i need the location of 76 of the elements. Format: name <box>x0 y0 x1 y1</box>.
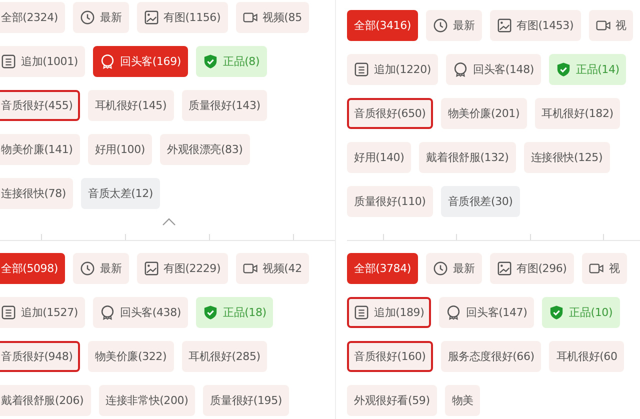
filter-tag[interactable]: 最新 <box>426 10 482 41</box>
filter-tag[interactable]: 最新 <box>72 2 129 33</box>
note-icon <box>354 62 369 77</box>
shield-check-icon <box>202 305 218 320</box>
clock-icon <box>80 10 95 25</box>
filter-tag[interactable]: 耳机很好(285) <box>182 341 268 372</box>
filter-tag[interactable]: 耳机很好(182) <box>534 98 620 129</box>
video-camera-icon <box>242 261 258 276</box>
shield-check-icon <box>202 54 218 69</box>
filter-tag[interactable]: 连接很快(125) <box>524 142 610 173</box>
filter-tag[interactable]: 音质很好(455) <box>0 90 80 121</box>
filter-tag[interactable]: 物美 <box>444 385 480 416</box>
note-icon <box>1 54 16 69</box>
filter-tag[interactable]: 追加(1527) <box>0 297 85 328</box>
filter-tag[interactable]: 好用(100) <box>88 134 152 165</box>
filter-tag[interactable]: 最新 <box>426 253 482 284</box>
filter-tag[interactable]: 追加(1001) <box>0 46 85 77</box>
filter-tag[interactable]: 视 <box>582 253 627 284</box>
image-icon <box>496 261 512 276</box>
filter-tag[interactable]: 服务态度很好(66) <box>440 341 542 372</box>
filter-tag[interactable]: 戴着很舒服(206) <box>0 385 91 416</box>
image-icon <box>144 261 159 276</box>
filter-tag[interactable]: 回头客(148) <box>446 54 541 85</box>
filter-tag[interactable]: 追加(1220) <box>347 54 438 85</box>
video-camera-icon <box>588 261 604 276</box>
video-camera-icon <box>596 18 611 33</box>
clock-icon <box>432 18 448 33</box>
filter-tag[interactable]: 视 <box>588 10 634 41</box>
filter-tag[interactable]: 物美价廉(322) <box>88 341 174 372</box>
filter-tag[interactable]: 全部(2324) <box>0 2 65 33</box>
filter-tag[interactable]: 最新 <box>72 253 129 284</box>
badge-icon <box>100 54 115 69</box>
filter-tag[interactable]: 有图(2229) <box>136 253 228 284</box>
filter-tag[interactable]: 视频(42 <box>236 253 309 284</box>
badge-icon <box>100 305 115 320</box>
video-camera-icon <box>242 10 258 25</box>
filter-tag[interactable]: 追加(189) <box>347 297 432 328</box>
filter-tag[interactable]: 全部(3784) <box>347 253 418 284</box>
filter-tag[interactable]: 全部(3416) <box>347 10 418 41</box>
badge-icon <box>446 305 462 320</box>
filter-tag[interactable]: 有图(1156) <box>136 2 228 33</box>
filter-tag[interactable]: 回头客(147) <box>439 297 534 328</box>
chevron-up-icon[interactable] <box>162 218 176 226</box>
clock-icon <box>432 261 448 276</box>
filter-tag[interactable]: 物美价廉(141) <box>0 134 80 165</box>
filter-tag[interactable]: 连接非常快(200) <box>98 385 196 416</box>
filter-tag[interactable]: 回头客(169) <box>92 46 188 77</box>
filter-tag[interactable]: 戴着很舒服(132) <box>419 142 516 173</box>
filter-tag[interactable]: 连接很快(78) <box>0 178 73 209</box>
filter-tag[interactable]: 音质很差(30) <box>440 186 520 217</box>
filter-tag[interactable]: 有图(1453) <box>490 10 581 41</box>
clock-icon <box>80 261 95 276</box>
note-icon <box>354 305 369 320</box>
filter-tag[interactable]: 音质很好(650) <box>347 98 433 129</box>
badge-icon <box>452 62 468 77</box>
filter-tag[interactable]: 外观很漂亮(83) <box>160 134 250 165</box>
filter-tag[interactable]: 视频(85 <box>236 2 309 33</box>
filter-tag[interactable]: 耳机很好(60 <box>549 341 624 372</box>
image-icon <box>496 18 512 33</box>
filter-tag[interactable]: 质量很好(143) <box>182 90 268 121</box>
shield-check-icon <box>556 62 571 77</box>
filter-tag[interactable]: 好用(140) <box>347 142 412 173</box>
note-icon <box>1 305 16 320</box>
filter-tag[interactable]: 外观很好看(59) <box>347 385 437 416</box>
shield-check-icon <box>549 305 564 320</box>
filter-tag[interactable]: 全部(5098) <box>0 253 65 284</box>
filter-tag[interactable]: 耳机很好(145) <box>88 90 174 121</box>
filter-tag[interactable]: 音质很好(948) <box>0 341 80 372</box>
filter-tag[interactable]: 音质很好(160) <box>347 341 433 372</box>
filter-tag[interactable]: 物美价廉(201) <box>440 98 527 129</box>
filter-tag[interactable]: 质量很好(110) <box>347 186 433 217</box>
filter-tag[interactable]: 音质太差(12) <box>80 178 160 209</box>
filter-tag[interactable]: 质量很好(195) <box>203 385 289 416</box>
filter-tag[interactable]: 有图(296) <box>490 253 574 284</box>
filter-tag[interactable]: 回头客(438) <box>92 297 188 328</box>
image-icon <box>144 10 159 25</box>
